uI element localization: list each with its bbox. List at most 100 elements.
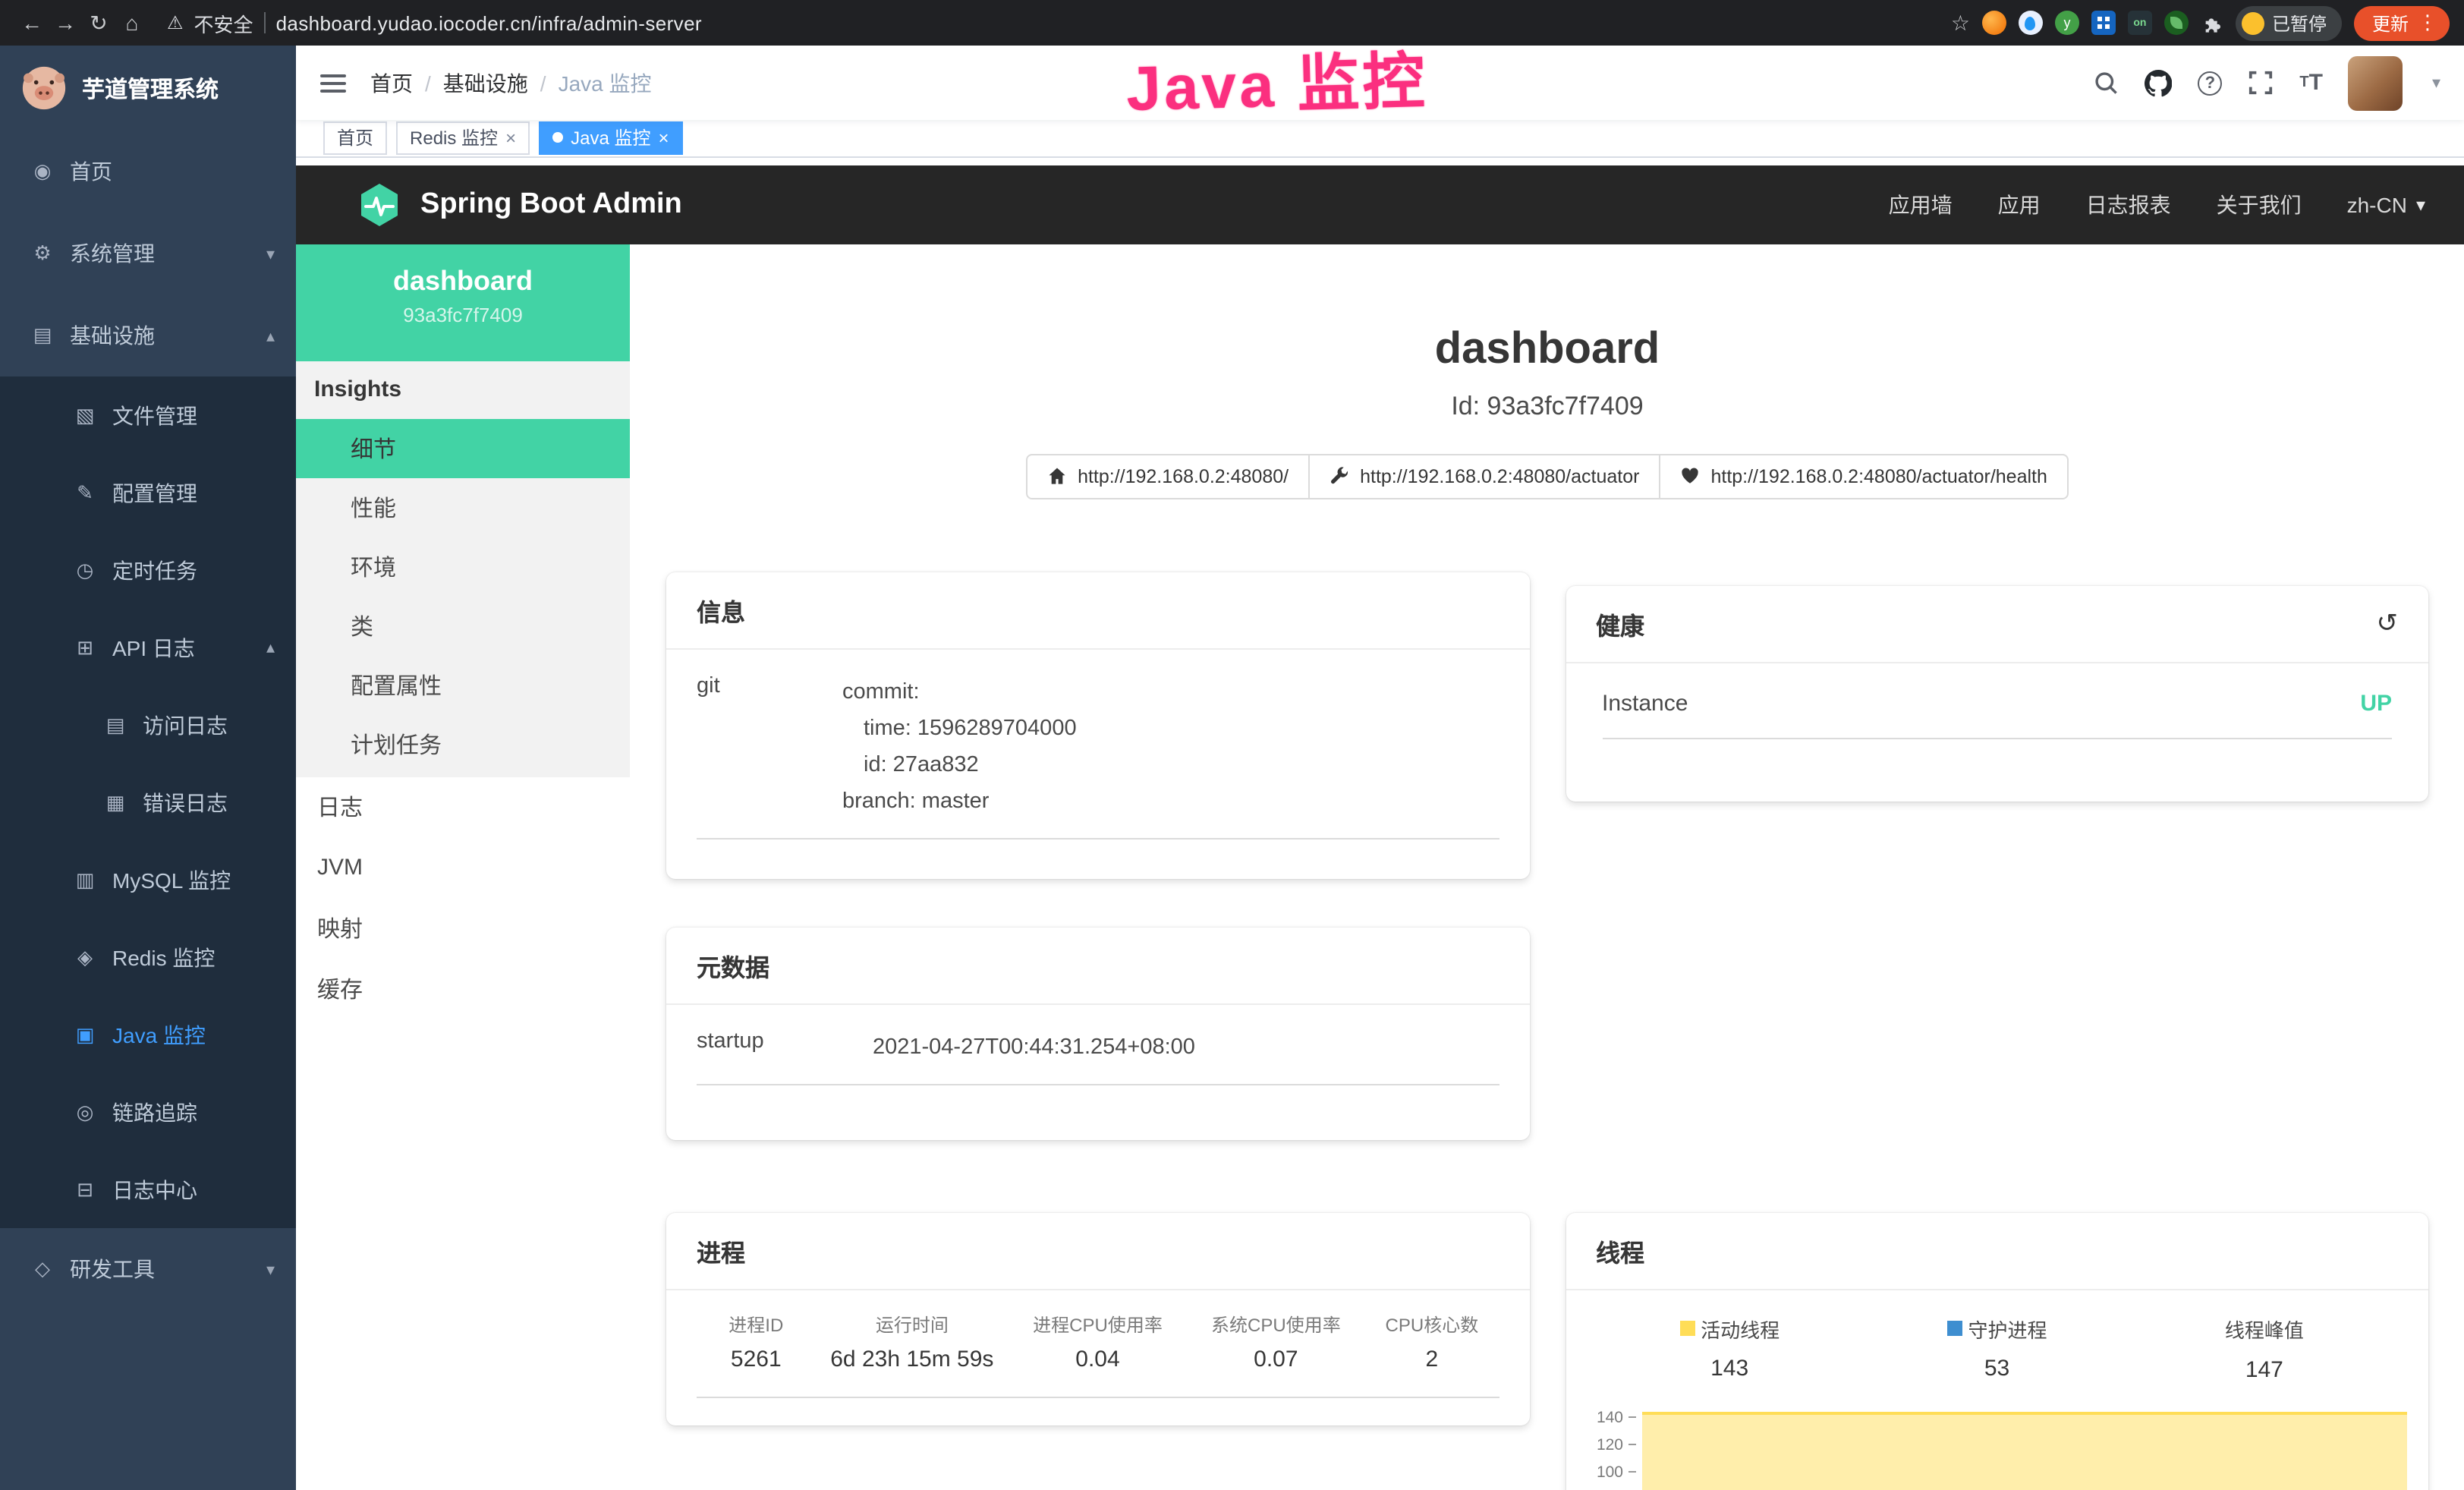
- y-axis-tick: 140: [1581, 1403, 1635, 1431]
- breadcrumb: 首页 / 基础设施 / Java 监控: [370, 68, 652, 98]
- process-stat: 进程CPU使用率 0.04: [1009, 1311, 1187, 1372]
- hamburger-icon[interactable]: [320, 74, 346, 92]
- profile-avatar-icon: [2242, 11, 2264, 34]
- card-title: 信息: [666, 572, 1529, 649]
- sidebar-item-scheduled-jobs[interactable]: ◷ 定时任务: [0, 531, 296, 609]
- threads-stat-live: 活动线程 143: [1596, 1314, 1863, 1382]
- fullscreen-icon[interactable]: [2248, 70, 2274, 96]
- close-icon[interactable]: ×: [658, 128, 669, 149]
- instance-id: 93a3fc7f7409: [296, 303, 630, 326]
- sidebar-item-redis-monitor[interactable]: ◈ Redis 监控: [0, 918, 296, 996]
- edit-icon: ✎: [73, 480, 97, 505]
- sba-content: dashboard Id: 93a3fc7f7409 http://192.16…: [630, 244, 2464, 1490]
- threads-chart: 140 120 100: [1581, 1403, 2407, 1485]
- sba-logo-icon: [357, 181, 402, 227]
- sidebar-item-java-monitor[interactable]: ▣ Java 监控: [0, 996, 296, 1073]
- browser-reload-icon[interactable]: ↻: [82, 10, 115, 36]
- stat-label: 进程CPU使用率: [1009, 1311, 1187, 1337]
- search-icon[interactable]: [2093, 70, 2119, 96]
- sba-menu-item-loggers[interactable]: 日志: [296, 777, 630, 837]
- breadcrumb-home[interactable]: 首页: [370, 68, 413, 98]
- browser-menu-icon[interactable]: ⋮: [2418, 11, 2437, 35]
- sba-nav-journal[interactable]: 日志报表: [2086, 189, 2171, 219]
- avatar-caret-icon[interactable]: ▾: [2432, 73, 2440, 93]
- sidebar-item-system[interactable]: ⚙ 系统管理 ▾: [0, 213, 296, 295]
- sba-menu-item-environment[interactable]: 环境: [296, 537, 630, 596]
- trace-icon: ◎: [73, 1100, 97, 1124]
- history-icon[interactable]: ↺: [2377, 608, 2399, 638]
- clock-icon: ◷: [73, 558, 97, 582]
- sidebar-item-access-logs[interactable]: ▤ 访问日志: [0, 686, 296, 764]
- breadcrumb-separator: /: [540, 71, 546, 95]
- sba-menu-item-caches[interactable]: 缓存: [296, 959, 630, 1019]
- error-log-icon: ▦: [103, 790, 127, 814]
- legend-label: 线程峰值: [2225, 1314, 2304, 1343]
- github-icon[interactable]: [2145, 69, 2172, 96]
- app-title: 芋道管理系统: [82, 72, 219, 104]
- sba-instance-header[interactable]: dashboard 93a3fc7f7409: [296, 244, 630, 361]
- mysql-monitor-icon: ▥: [73, 868, 97, 892]
- extension-green-icon[interactable]: y: [2055, 11, 2079, 35]
- info-card: 信息 git commit: time: 1596289704000 id: 2…: [666, 572, 1529, 878]
- user-avatar[interactable]: [2349, 55, 2403, 110]
- git-id-line: id: 27aa832: [842, 746, 1077, 783]
- sba-nav-about[interactable]: 关于我们: [2217, 189, 2302, 219]
- stat-value: 0.04: [1009, 1346, 1187, 1372]
- browser-forward-icon[interactable]: →: [49, 11, 82, 35]
- git-value: commit: time: 1596289704000 id: 27aa832 …: [842, 673, 1077, 819]
- sidebar-item-config-management[interactable]: ✎ 配置管理: [0, 454, 296, 531]
- breadcrumb-infra[interactable]: 基础设施: [443, 68, 528, 98]
- extension-drop-icon[interactable]: [2019, 11, 2043, 35]
- threads-stat-peak: 线程峰值 147: [2131, 1314, 2398, 1382]
- sba-menu-item-mappings[interactable]: 映射: [296, 898, 630, 959]
- extension-leaf-icon[interactable]: [2164, 11, 2189, 35]
- sba-nav-applications[interactable]: 应用: [1998, 189, 2041, 219]
- browser-update-button[interactable]: 更新 ⋮: [2354, 5, 2450, 40]
- home-link-button[interactable]: http://192.168.0.2:48080/: [1026, 453, 1310, 499]
- sba-menu-item-details[interactable]: 细节: [296, 418, 630, 477]
- tag-java-monitor[interactable]: Java 监控 ×: [539, 121, 682, 155]
- font-size-icon[interactable]: TT: [2299, 70, 2323, 96]
- sba-menu-item-metrics[interactable]: 性能: [296, 477, 630, 537]
- browser-home-icon[interactable]: ⌂: [115, 11, 149, 35]
- sidebar-item-error-logs[interactable]: ▦ 错误日志: [0, 764, 296, 841]
- instance-links: http://192.168.0.2:48080/ http://192.168…: [666, 453, 2428, 499]
- sidebar-item-dev-tools[interactable]: ◇ 研发工具 ▾: [0, 1228, 296, 1310]
- extensions-puzzle-icon[interactable]: [2201, 11, 2223, 34]
- close-icon[interactable]: ×: [505, 128, 516, 149]
- instance-label: Instance: [1602, 690, 1688, 716]
- sidebar-item-infra[interactable]: ▤ 基础设施 ▴: [0, 295, 296, 376]
- tag-label: 首页: [337, 125, 373, 151]
- tag-home[interactable]: 首页: [323, 121, 387, 155]
- sidebar-item-label: 链路追踪: [112, 1097, 197, 1127]
- instance-id-line: Id: 93a3fc7f7409: [666, 389, 2428, 423]
- tag-redis-monitor[interactable]: Redis 监控 ×: [396, 121, 530, 155]
- extension-on-badge[interactable]: on: [2128, 11, 2152, 35]
- sidebar-item-home[interactable]: ◉ 首页: [0, 131, 296, 213]
- sidebar-item-tracing[interactable]: ◎ 链路追踪: [0, 1073, 296, 1151]
- sidebar-item-mysql-monitor[interactable]: ▥ MySQL 监控: [0, 841, 296, 918]
- app-logo: [21, 65, 67, 111]
- sidebar-item-file-management[interactable]: ▧ 文件管理: [0, 376, 296, 454]
- sba-language-select[interactable]: zh-CN ▾: [2347, 192, 2425, 216]
- help-icon[interactable]: ?: [2198, 71, 2222, 95]
- health-link-button[interactable]: http://192.168.0.2:48080/actuator/health: [1659, 453, 2068, 499]
- actuator-link-button[interactable]: http://192.168.0.2:48080/actuator: [1308, 453, 1660, 499]
- sba-menu-item-jvm[interactable]: JVM: [296, 837, 630, 898]
- sidebar-item-api-logs[interactable]: ⊞ API 日志 ▴: [0, 609, 296, 686]
- extension-monkey-icon[interactable]: [1982, 11, 2006, 35]
- sba-menu-insights-label[interactable]: Insights: [296, 361, 630, 418]
- legend-value: 53: [1863, 1356, 2130, 1381]
- profile-paused-badge[interactable]: 已暂停: [2236, 5, 2342, 40]
- chart-plot-area: [1641, 1403, 2407, 1485]
- bookmark-star-icon[interactable]: ☆: [1951, 10, 1970, 36]
- sba-menu-item-classes[interactable]: 类: [296, 596, 630, 655]
- browser-back-icon[interactable]: ←: [15, 11, 49, 35]
- address-bar[interactable]: ⚠ 不安全 dashboard.yudao.iocoder.cn/infra/a…: [167, 8, 1951, 37]
- extension-grid-icon[interactable]: [2091, 11, 2116, 35]
- sba-nav-wallboard[interactable]: 应用墙: [1889, 189, 1953, 219]
- sba-menu-item-scheduled-tasks[interactable]: 计划任务: [296, 714, 630, 773]
- app-logo-row[interactable]: 芋道管理系统: [0, 46, 296, 131]
- sba-menu-item-config-props[interactable]: 配置属性: [296, 655, 630, 714]
- sidebar-item-log-center[interactable]: ⊟ 日志中心: [0, 1151, 296, 1228]
